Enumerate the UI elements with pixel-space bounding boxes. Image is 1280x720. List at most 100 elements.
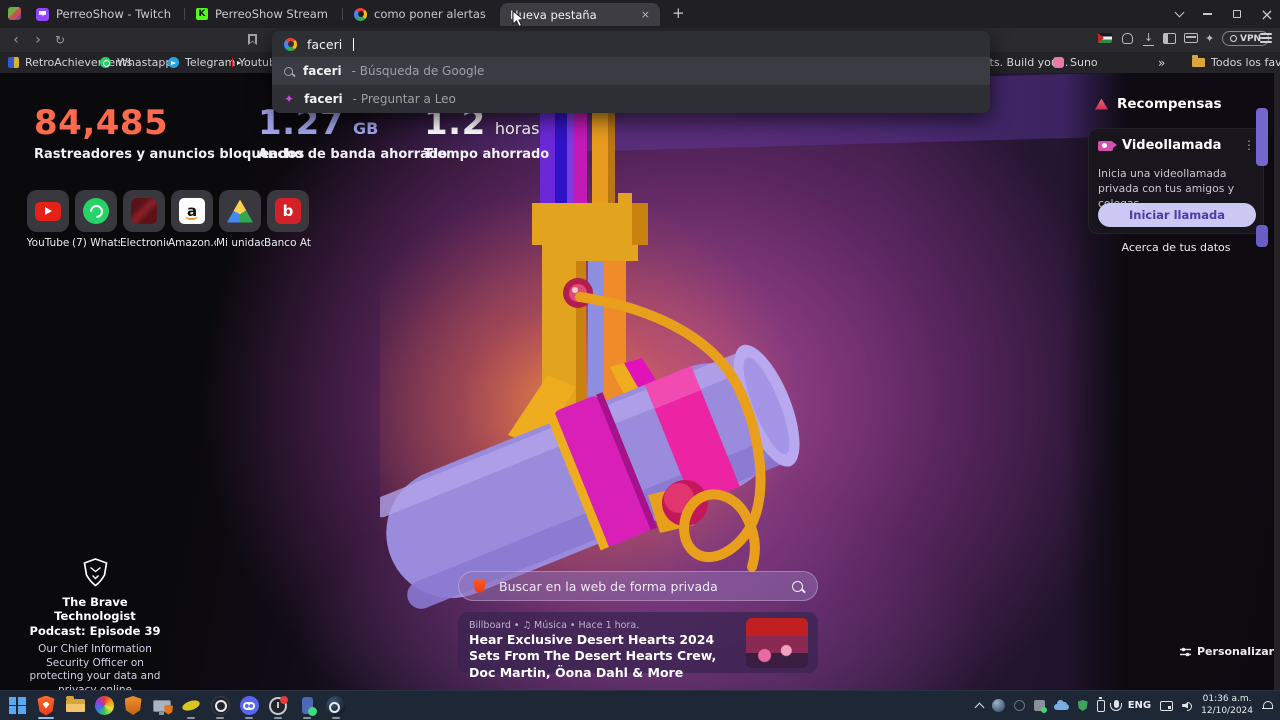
stat-value: 84,485	[34, 103, 168, 143]
folder-icon	[1192, 58, 1205, 67]
suggestion-google-search[interactable]: faceri - Búsqueda de Google	[272, 57, 990, 85]
taskbar-steam[interactable]	[325, 692, 347, 720]
security-shield-icon[interactable]	[1078, 700, 1088, 711]
suggestion-ask-leo[interactable]: ✦ faceri - Preguntar a Leo	[272, 85, 990, 113]
google-icon	[354, 8, 367, 21]
shortcut-drive[interactable]: Mi unidad	[216, 190, 264, 249]
shortcut-youtube[interactable]: YouTube	[24, 190, 72, 249]
game-icon	[95, 696, 114, 715]
microphone-icon[interactable]	[1114, 700, 1119, 708]
taskbar-brave[interactable]	[35, 692, 57, 720]
menu-button[interactable]	[1260, 33, 1272, 43]
shortcut-amazon[interactable]: a Amazon.c...	[168, 190, 216, 249]
clock-date[interactable]: 01:36 a.m. 12/10/2024	[1201, 694, 1253, 717]
profile-avatar[interactable]	[8, 7, 21, 20]
start-button[interactable]	[6, 692, 28, 720]
podcast-card: The Brave Technologist Podcast: Episode …	[22, 558, 168, 690]
downloads-button[interactable]: ↓	[1144, 32, 1153, 43]
shortcut-banco[interactable]: b Banco Atl...	[264, 190, 312, 249]
tray-expand-icon[interactable]	[974, 702, 984, 712]
steam-icon	[326, 696, 346, 716]
tray-app-icon[interactable]	[1014, 700, 1025, 711]
about-data-link[interactable]: Acerca de tus datos	[1088, 241, 1264, 254]
stat-label: Ancho de banda ahorrado	[258, 147, 447, 162]
windows-icon	[9, 697, 26, 714]
taskbar-explorer[interactable]	[64, 692, 86, 720]
news-thumbnail	[746, 618, 808, 668]
omnibox-dropdown: faceri faceri - Búsqueda de Google ✦ fac…	[272, 31, 990, 113]
tab-search-button[interactable]	[1164, 0, 1194, 28]
wallet-button[interactable]	[1184, 33, 1198, 43]
taskbar-yellow-app[interactable]	[180, 692, 202, 720]
videocall-header: Videollamada	[1098, 138, 1221, 153]
new-tab-button[interactable]: +	[672, 4, 685, 22]
extension-icon[interactable]	[1122, 33, 1133, 44]
taskbar-monitor-app[interactable]	[151, 692, 173, 720]
bookmark-youtube[interactable]: Youtub	[232, 52, 276, 73]
notifications-bell-icon[interactable]	[1262, 701, 1272, 711]
shortcut-whatsapp[interactable]: (7) Whats...	[72, 190, 120, 249]
banana-icon	[181, 698, 201, 712]
rewards-header[interactable]: Recompensas	[1095, 96, 1222, 112]
taskbar-clock-app[interactable]	[267, 692, 289, 720]
amazon-icon: a	[179, 198, 205, 224]
bookmark-telegram[interactable]: Telegram	[168, 52, 235, 73]
restore-button[interactable]	[1222, 0, 1252, 28]
omnibox-input[interactable]: faceri	[272, 31, 990, 57]
omnibox-value: faceri	[307, 37, 342, 52]
ntp-search-bar[interactable]: Buscar en la web de forma privada	[458, 571, 818, 601]
speaker-icon[interactable]	[1182, 701, 1192, 710]
extension-flag-icon[interactable]	[1098, 33, 1112, 43]
shortcut-electronic-arts[interactable]: Electronic...	[120, 190, 168, 249]
search-icon[interactable]	[792, 581, 803, 592]
sync-tray-icon[interactable]	[1034, 700, 1045, 711]
minimize-button[interactable]	[1192, 0, 1222, 28]
sidebar-button[interactable]	[1163, 33, 1176, 44]
bookmark-suno[interactable]: Suno	[1053, 52, 1098, 73]
monitor-shield-icon	[153, 700, 171, 712]
kebab-menu-icon[interactable]: ⋮	[1243, 138, 1255, 152]
customize-button[interactable]: Personalizar	[1180, 645, 1274, 658]
language-indicator[interactable]: ENG	[1128, 700, 1151, 711]
scroll-indicator-bottom[interactable]	[1256, 225, 1268, 247]
tab-strip: PerreoShow - Twitch K PerreoShow Stream …	[0, 0, 1280, 28]
obs-icon	[211, 696, 230, 715]
reload-button[interactable]: ↻	[50, 30, 70, 50]
tab-perreoshow-kick[interactable]: K PerreoShow Stream - Watch Live on	[188, 0, 340, 28]
news-card[interactable]: Billboard • ♫ Música • Hace 1 hora. Hear…	[458, 612, 818, 673]
telegram-icon	[168, 57, 179, 68]
tab-label: como poner alertas en el obs - Bus	[374, 7, 488, 21]
touch-keyboard-icon[interactable]	[1160, 701, 1173, 711]
bookmarks-overflow-button[interactable]: »	[1158, 52, 1165, 73]
video-camera-icon	[1098, 141, 1113, 151]
tab-divider	[184, 8, 185, 20]
taskbar-shield-app[interactable]	[122, 692, 144, 720]
phone-icon	[302, 697, 313, 714]
tab-close-icon[interactable]: ×	[641, 8, 650, 21]
brave-lion-icon	[473, 579, 486, 594]
suno-icon	[1053, 57, 1064, 68]
scroll-indicator-top[interactable]	[1256, 108, 1268, 166]
onedrive-icon[interactable]	[1054, 704, 1069, 710]
tab-perreoshow-twitch[interactable]: PerreoShow - Twitch	[28, 0, 184, 28]
taskbar-game-app[interactable]	[93, 692, 115, 720]
tab-obs-search[interactable]: como poner alertas en el obs - Bus	[346, 0, 496, 28]
windows-taskbar: ENG 01:36 a.m. 12/10/2024	[0, 690, 1280, 720]
bookmark-icon[interactable]	[248, 34, 257, 45]
battery-icon[interactable]	[1097, 700, 1105, 712]
forward-button[interactable]: ›	[28, 30, 48, 50]
close-button[interactable]: ×	[1252, 0, 1280, 28]
news-headline: Hear Exclusive Desert Hearts 2024 Sets F…	[469, 632, 741, 681]
start-call-button[interactable]: Iniciar llamada	[1098, 203, 1256, 227]
bookmark-whatsapp[interactable]: Whastapp	[100, 52, 172, 73]
taskbar-discord[interactable]	[238, 692, 260, 720]
ea-icon	[131, 198, 157, 224]
taskbar-phone-link[interactable]	[296, 692, 318, 720]
leo-ai-button[interactable]: ✦	[1205, 32, 1214, 45]
steam-tray-icon[interactable]	[992, 699, 1005, 712]
brave-icon	[37, 696, 55, 716]
back-button[interactable]: ‹	[6, 30, 26, 50]
minimize-icon	[1203, 13, 1212, 15]
all-bookmarks-folder[interactable]: Todos los favoritos	[1192, 52, 1280, 73]
taskbar-obs[interactable]	[209, 692, 231, 720]
